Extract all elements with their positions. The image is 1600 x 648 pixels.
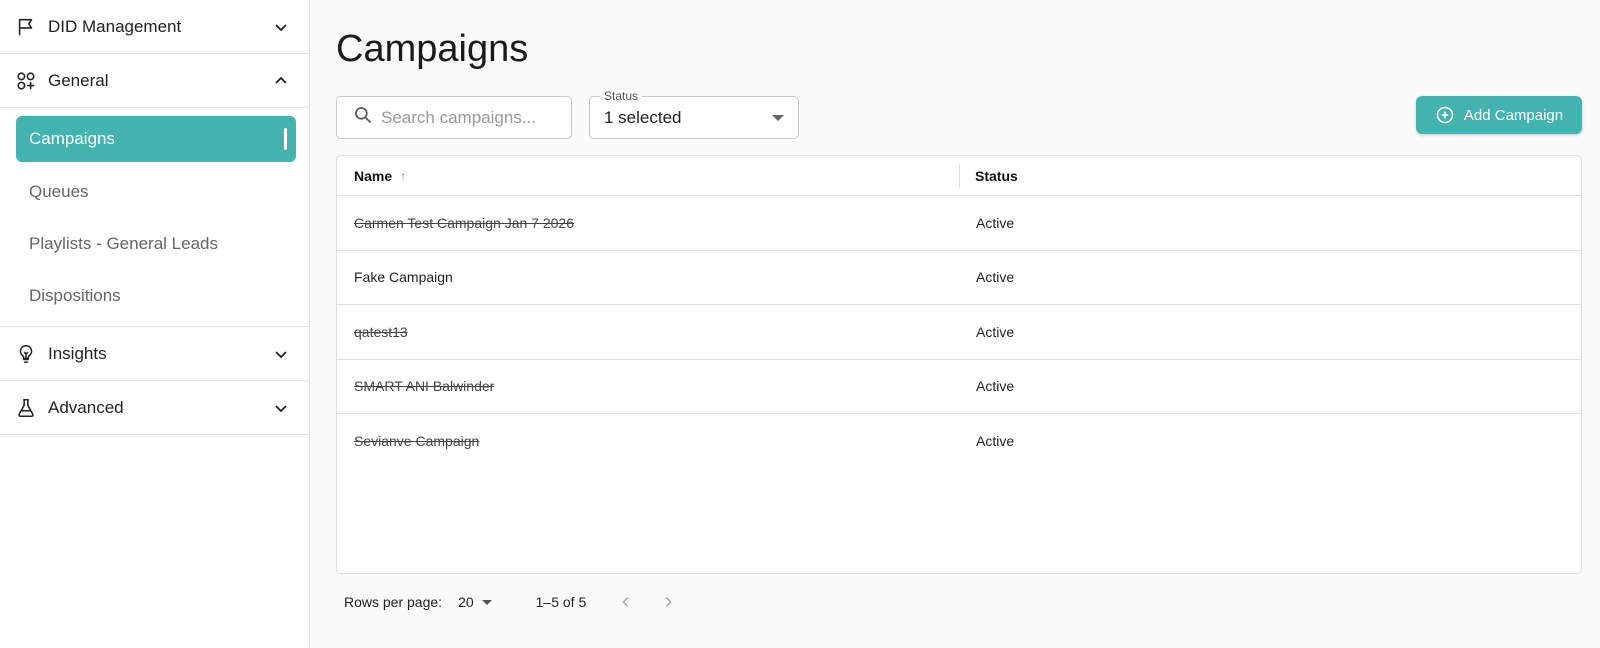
column-header-name[interactable]: Name ↑: [337, 163, 960, 188]
table-row[interactable]: qatest13 Active: [337, 305, 1581, 360]
active-indicator: [284, 128, 287, 150]
campaign-status: Active: [976, 323, 1015, 340]
campaign-name: Sevianve Campaign: [354, 433, 480, 450]
sidebar-section-label: Insights: [48, 343, 107, 363]
chevron-down-icon: [271, 398, 291, 418]
sidebar-item-label: Queues: [29, 182, 89, 201]
chevron-up-icon: [271, 71, 291, 91]
sidebar-item-label: Dispositions: [29, 286, 121, 305]
sidebar-item-campaigns[interactable]: Campaigns: [16, 116, 296, 162]
pagination-nav: [616, 592, 678, 612]
dropdown-caret-icon: [772, 114, 784, 121]
sidebar-item-queues[interactable]: Queues: [0, 166, 309, 218]
flask-icon: [14, 396, 38, 420]
campaign-name: qatest13: [354, 323, 408, 340]
add-campaign-button[interactable]: Add Campaign: [1416, 96, 1582, 134]
chevron-down-icon: [271, 17, 291, 37]
pagination-range: 1–5 of 5: [535, 594, 587, 610]
table-row[interactable]: Carmen Test Campaign Jan 7 2026 Active: [337, 196, 1581, 251]
sidebar-general-items: Campaigns Queues Playlists - General Lea…: [0, 108, 309, 327]
campaign-status: Active: [976, 269, 1015, 286]
sidebar-section-label: Advanced: [48, 397, 124, 417]
sort-ascending-icon[interactable]: ↑: [400, 169, 406, 183]
sidebar-section-general[interactable]: General: [0, 54, 309, 108]
sidebar-item-dispositions[interactable]: Dispositions: [0, 270, 309, 322]
campaign-status: Active: [976, 433, 1015, 450]
status-filter-value: 1 selected: [604, 107, 682, 127]
search-box[interactable]: [336, 96, 572, 139]
chevron-left-icon: [622, 597, 629, 607]
pagination: Rows per page: 20 1–5 of 5: [344, 590, 678, 614]
column-header-label: Status: [975, 167, 1018, 184]
status-filter-select[interactable]: Status 1 selected: [589, 89, 799, 139]
table-row[interactable]: Sevianve Campaign Active: [337, 414, 1581, 469]
sidebar-section-did-management[interactable]: DID Management: [0, 0, 309, 54]
sidebar-section-label: General: [48, 70, 109, 90]
search-input[interactable]: [381, 107, 561, 128]
next-page-button[interactable]: [658, 592, 678, 612]
flag-icon: [14, 15, 38, 39]
sidebar-item-playlists[interactable]: Playlists - General Leads: [0, 218, 309, 270]
main-content: Campaigns Status 1 selected Add Campaign…: [310, 0, 1600, 648]
campaign-name: SMART ANI Balwinder: [354, 378, 495, 395]
campaign-name: Carmen Test Campaign Jan 7 2026: [354, 214, 574, 231]
dropdown-caret-icon: [481, 599, 492, 605]
sidebar-section-label: DID Management: [48, 16, 182, 36]
search-icon: [353, 105, 373, 130]
plus-circle-icon: [1435, 105, 1455, 125]
sidebar: DID Management General Campaigns Queues …: [0, 0, 310, 648]
lightbulb-icon: [14, 342, 38, 366]
table-row[interactable]: SMART ANI Balwinder Active: [337, 360, 1581, 414]
campaign-status: Active: [976, 214, 1015, 231]
chevron-right-icon: [665, 597, 672, 607]
sidebar-item-label: Campaigns: [29, 129, 115, 148]
campaign-status: Active: [976, 378, 1015, 395]
campaign-name: Fake Campaign: [354, 269, 453, 286]
rows-per-page-label: Rows per page:: [344, 594, 443, 610]
sidebar-item-label: Playlists - General Leads: [29, 234, 218, 253]
page-title: Campaigns: [336, 28, 529, 70]
campaigns-table: Name ↑ Status Carmen Test Campaign Jan 7…: [336, 155, 1582, 574]
sidebar-section-advanced[interactable]: Advanced: [0, 381, 309, 435]
previous-page-button[interactable]: [616, 592, 636, 612]
sidebar-section-insights[interactable]: Insights: [0, 327, 309, 381]
rows-per-page-value: 20: [458, 594, 474, 610]
table-row[interactable]: Fake Campaign Active: [337, 251, 1581, 305]
shapes-icon: [14, 69, 38, 93]
chevron-down-icon: [271, 344, 291, 364]
column-header-status[interactable]: Status: [960, 168, 1018, 184]
add-campaign-label: Add Campaign: [1463, 106, 1564, 124]
status-filter-label: Status: [600, 89, 643, 103]
column-header-label: Name: [354, 167, 393, 184]
rows-per-page-select[interactable]: 20: [458, 594, 492, 610]
table-header: Name ↑ Status: [337, 156, 1581, 196]
